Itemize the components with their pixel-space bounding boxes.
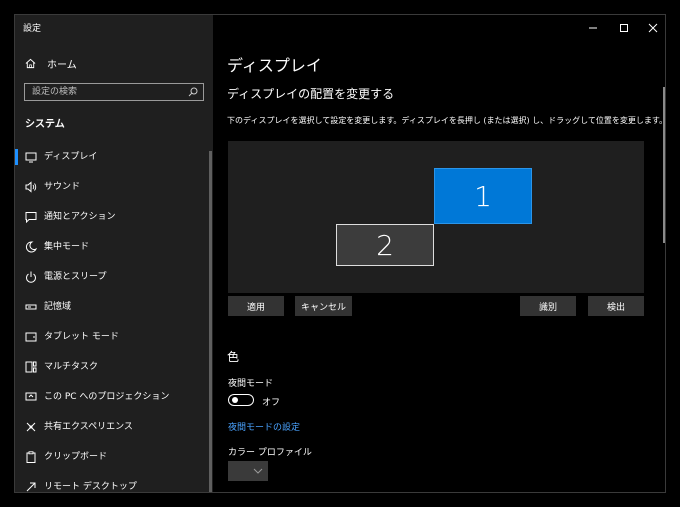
speaker-icon xyxy=(25,181,37,193)
home-label: ホーム xyxy=(47,59,77,71)
sidebar-item-label: 電源とスリープ xyxy=(44,272,107,282)
minimize-icon[interactable] xyxy=(586,21,600,35)
color-profile-dropdown[interactable] xyxy=(228,461,268,481)
sidebar-item-focus[interactable]: 集中モード xyxy=(15,236,207,258)
arrange-title: ディスプレイの配置を変更する xyxy=(227,87,395,101)
monitor-number: 1 xyxy=(474,179,492,213)
sidebar-scrollbar[interactable] xyxy=(209,151,212,492)
night-mode-label: 夜間モード xyxy=(228,379,274,389)
sidebar-item-display[interactable]: ディスプレイ xyxy=(15,146,207,168)
sidebar-item-label: ディスプレイ xyxy=(44,152,98,162)
sidebar-item-label: タブレット モード xyxy=(44,332,119,342)
sidebar-item-sound[interactable]: サウンド xyxy=(15,176,207,198)
remote-icon xyxy=(26,482,36,492)
sidebar-item-storage[interactable]: 記憶域 xyxy=(15,296,207,318)
sidebar-item-clipboard[interactable]: クリップボード xyxy=(15,446,207,468)
tablet-icon xyxy=(25,332,37,342)
sidebar-item-tablet[interactable]: タブレット モード xyxy=(15,326,207,348)
section-title: システム xyxy=(25,119,65,130)
search-box[interactable] xyxy=(24,83,204,101)
display-arrangement-area[interactable]: 1 2 xyxy=(228,141,644,293)
monitor-1[interactable]: 1 xyxy=(434,168,532,224)
cancel-button[interactable]: キャンセル xyxy=(295,296,352,316)
moon-icon xyxy=(25,241,37,253)
close-icon[interactable] xyxy=(646,21,660,35)
power-icon xyxy=(26,271,36,283)
sidebar-item-notifications[interactable]: 通知とアクション xyxy=(15,206,207,228)
sidebar-item-label: サウンド xyxy=(44,182,81,192)
maximize-icon[interactable] xyxy=(617,21,631,35)
detect-button[interactable]: 検出 xyxy=(588,296,644,316)
sidebar-item-remote-desktop[interactable]: リモート デスクトップ xyxy=(15,476,207,492)
multitask-icon xyxy=(25,361,37,373)
monitor-2[interactable]: 2 xyxy=(336,224,434,266)
sidebar-item-label: マルチタスク xyxy=(44,362,99,372)
shared-icon xyxy=(26,422,36,432)
storage-icon xyxy=(25,304,37,310)
main-scrollbar[interactable] xyxy=(663,87,665,243)
apply-button[interactable]: 適用 xyxy=(228,296,284,316)
settings-window: 設定 ホーム システム ディスプレイ サウンド xyxy=(14,14,666,493)
arrange-description: 下のディスプレイを選択して設定を変更します。ディスプレイを長押し (または選択)… xyxy=(227,116,666,125)
search-input[interactable] xyxy=(25,84,175,100)
night-mode-toggle[interactable] xyxy=(228,394,254,406)
chevron-down-icon xyxy=(253,468,263,474)
page-title: ディスプレイ xyxy=(227,56,322,75)
sidebar-item-label: クリップボード xyxy=(44,452,108,462)
sidebar-item-label: 通知とアクション xyxy=(44,212,116,222)
projection-icon xyxy=(25,392,37,401)
sidebar-item-label: 記憶域 xyxy=(44,302,72,312)
window-title: 設定 xyxy=(23,24,42,34)
night-mode-settings-link[interactable]: 夜間モードの設定 xyxy=(228,420,300,433)
identify-button[interactable]: 識別 xyxy=(520,296,576,316)
sidebar-item-multitasking[interactable]: マルチタスク xyxy=(15,356,207,378)
sidebar-item-label: 集中モード xyxy=(44,242,90,252)
clipboard-icon xyxy=(26,451,36,463)
search-icon[interactable] xyxy=(188,87,198,97)
night-mode-state: オフ xyxy=(262,398,281,408)
monitor-icon xyxy=(25,152,37,163)
active-indicator xyxy=(15,149,18,165)
notification-icon xyxy=(25,212,37,223)
sidebar-item-label: 共有エクスペリエンス xyxy=(44,422,133,432)
sidebar: 設定 ホーム システム ディスプレイ サウンド xyxy=(15,15,213,492)
toggle-knob xyxy=(232,397,238,403)
home-icon xyxy=(25,58,36,68)
sidebar-item-label: リモート デスクトップ xyxy=(44,482,137,492)
monitor-number: 2 xyxy=(376,228,394,262)
sidebar-item-power[interactable]: 電源とスリープ xyxy=(15,266,207,288)
sidebar-item-shared-experiences[interactable]: 共有エクスペリエンス xyxy=(15,416,207,438)
color-heading: 色 xyxy=(227,350,240,364)
sidebar-item-label: この PC へのプロジェクション xyxy=(44,392,170,402)
home-link[interactable]: ホーム xyxy=(25,55,77,71)
color-profile-label: カラー プロファイル xyxy=(228,448,312,458)
sidebar-item-projection[interactable]: この PC へのプロジェクション xyxy=(15,386,207,408)
